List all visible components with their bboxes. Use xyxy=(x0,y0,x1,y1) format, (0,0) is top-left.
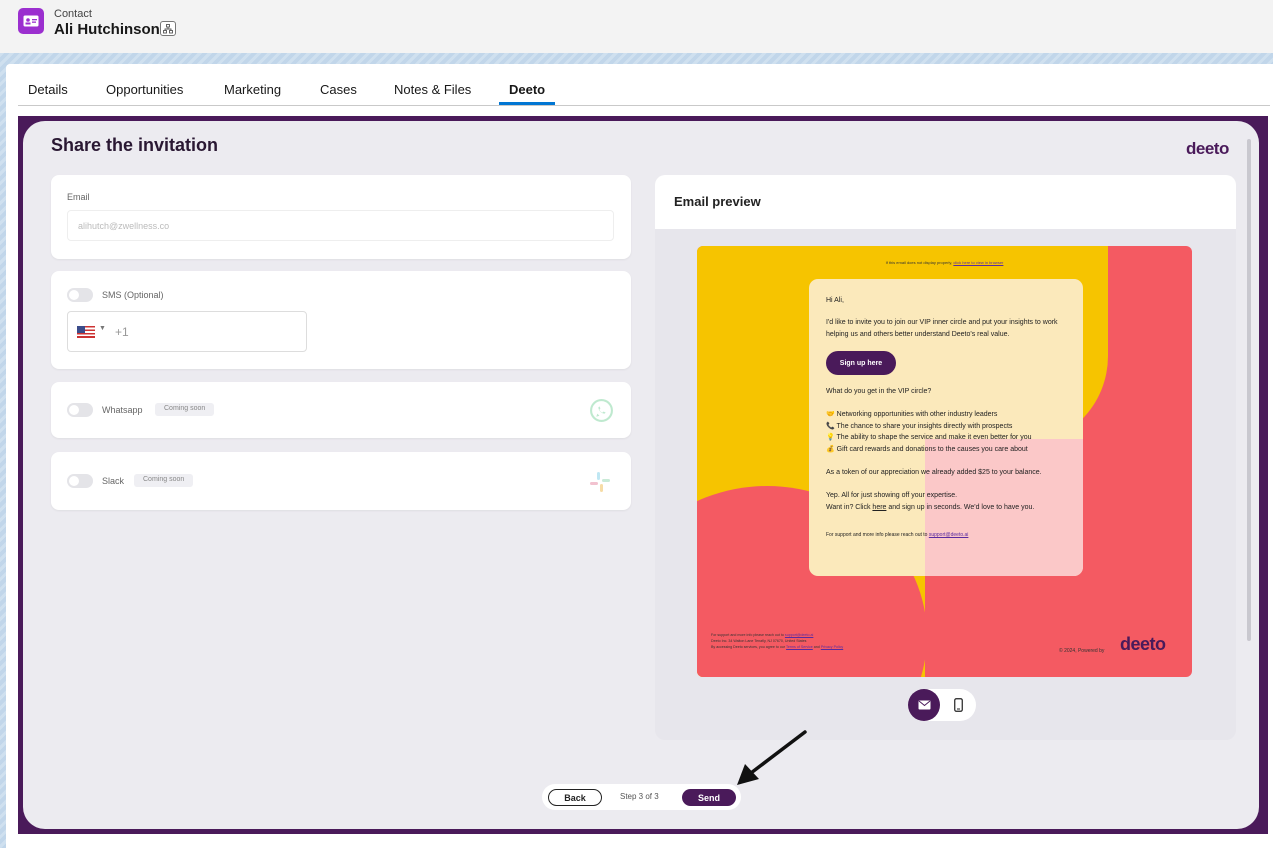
record-name: Ali Hutchinson xyxy=(54,21,160,38)
coming-soon-badge: Coming soon xyxy=(155,403,215,416)
scrollbar[interactable] xyxy=(1247,139,1251,641)
email-label: Email xyxy=(67,192,90,202)
active-tab-indicator xyxy=(499,102,555,105)
preview-title: Email preview xyxy=(674,194,761,209)
email-preview-panel: Email preview If this email does not dis… xyxy=(655,175,1236,740)
slack-label: Slack xyxy=(102,476,125,486)
email-greeting: Hi Ali, xyxy=(826,297,844,304)
mobile-icon[interactable] xyxy=(942,689,974,721)
benefit-item: 💡 The ability to shape the service and m… xyxy=(826,434,1032,441)
tab-details[interactable]: Details xyxy=(28,82,68,97)
contact-card-icon xyxy=(18,8,44,34)
terms-link[interactable]: Terms of Service xyxy=(786,645,813,649)
phone-input[interactable]: ▼ +1 xyxy=(67,311,307,352)
dial-code: +1 xyxy=(115,325,129,339)
coming-soon-badge: Coming soon xyxy=(134,474,194,487)
preview-header: Email preview xyxy=(655,175,1236,229)
sms-section: SMS (Optional) ▼ +1 xyxy=(51,271,631,369)
record-card: Details Opportunities Marketing Cases No… xyxy=(6,64,1273,848)
email-body-card: Hi Ali, I'd like to invite you to join o… xyxy=(809,279,1083,576)
back-button[interactable]: Back xyxy=(548,789,602,806)
sms-label: SMS (Optional) xyxy=(102,290,164,300)
browser-view-note: If this email does not display properly,… xyxy=(885,260,1004,265)
sign-up-button[interactable]: Sign up here xyxy=(826,351,896,375)
email-footer: For support and more info please reach o… xyxy=(711,632,931,650)
email-question: What do you get in the VIP circle? xyxy=(826,388,932,395)
mail-icon[interactable] xyxy=(908,689,940,721)
deeto-logo: deeto xyxy=(1186,139,1229,158)
whatsapp-icon xyxy=(590,399,613,422)
email-field[interactable]: alihutch@zwellness.co xyxy=(67,210,614,241)
deeto-frame: Share the invitation deeto Email alihutc… xyxy=(18,116,1268,834)
email-yep-text: Yep. All for just showing off your exper… xyxy=(826,492,958,499)
tab-cases[interactable]: Cases xyxy=(320,82,357,97)
email-support: For support and more info please reach o… xyxy=(826,532,969,538)
footer-support-link[interactable]: support@deeto.ai xyxy=(785,633,813,637)
tab-deeto[interactable]: Deeto xyxy=(509,82,545,97)
object-type-label: Contact xyxy=(54,8,92,20)
view-in-browser-link[interactable]: click here to view in browser xyxy=(953,260,1003,265)
email-want-in: Want in? Click here and sign up in secon… xyxy=(826,504,1035,511)
email-intro: I'd like to invite you to join our VIP i… xyxy=(826,319,1058,338)
slack-section: Slack Coming soon xyxy=(51,452,631,510)
tab-notes-files[interactable]: Notes & Files xyxy=(394,82,471,97)
step-indicator: Step 3 of 3 xyxy=(620,792,659,801)
arrow-icon xyxy=(737,730,807,785)
whatsapp-toggle[interactable] xyxy=(67,403,93,417)
here-link[interactable]: here xyxy=(872,504,886,511)
device-switch xyxy=(908,689,976,721)
email-preview-canvas: If this email does not display properly,… xyxy=(697,246,1192,677)
support-link[interactable]: support@deeto.ai xyxy=(929,532,969,538)
send-button[interactable]: Send xyxy=(682,789,736,806)
tab-bar: Details Opportunities Marketing Cases No… xyxy=(18,74,1270,106)
hierarchy-icon[interactable] xyxy=(160,21,176,36)
step-navigation: Back Step 3 of 3 Send xyxy=(542,784,741,810)
chevron-down-icon[interactable]: ▼ xyxy=(99,325,106,332)
page-title: Share the invitation xyxy=(51,135,219,155)
deeto-footer-logo: deeto xyxy=(1120,634,1166,654)
sms-toggle[interactable] xyxy=(67,288,93,302)
privacy-link[interactable]: Privacy Policy xyxy=(821,645,843,649)
slack-icon xyxy=(590,472,610,492)
us-flag-icon[interactable] xyxy=(77,326,95,338)
powered-by-text: © 2024, Powered by xyxy=(1059,648,1105,654)
email-token-text: As a token of our appreciation we alread… xyxy=(826,469,1042,476)
benefit-item: 📞 The chance to share your insights dire… xyxy=(826,423,1013,430)
deeto-panel: Share the invitation deeto Email alihutc… xyxy=(23,121,1259,829)
whatsapp-label: Whatsapp xyxy=(102,405,143,415)
email-section: Email alihutch@zwellness.co xyxy=(51,175,631,259)
benefit-item: 🤝 Networking opportunities with other in… xyxy=(826,411,998,418)
slack-toggle[interactable] xyxy=(67,474,93,488)
benefit-item: 💰 Gift card rewards and donations to the… xyxy=(826,446,1028,453)
tab-marketing[interactable]: Marketing xyxy=(224,82,281,97)
whatsapp-section: Whatsapp Coming soon xyxy=(51,382,631,438)
tab-opportunities[interactable]: Opportunities xyxy=(106,82,183,97)
record-header: Contact Ali Hutchinson xyxy=(0,0,1273,53)
